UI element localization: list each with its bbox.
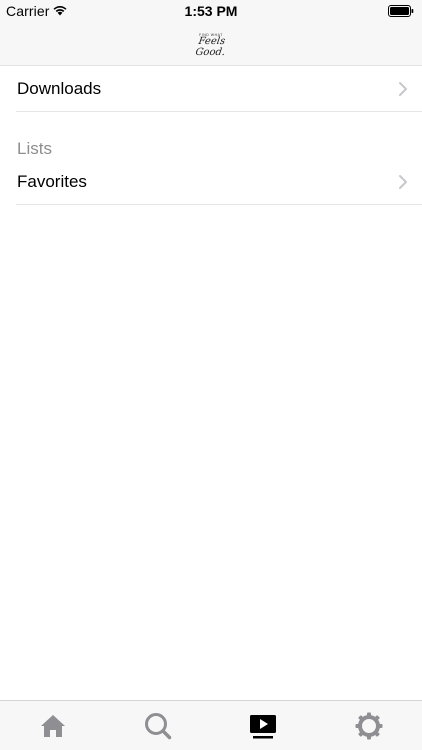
gear-icon: [355, 712, 383, 740]
status-bar: Carrier 1:53 PM: [0, 0, 422, 22]
tab-home[interactable]: [37, 710, 69, 742]
home-icon: [41, 715, 65, 737]
tab-bar: [0, 700, 422, 750]
chevron-right-icon: [399, 175, 407, 189]
top-bar: Carrier 1:53 PM Find what Feels Good.: [0, 0, 422, 66]
favorites-row[interactable]: Favorites: [16, 159, 422, 205]
logo-text: Feels Good.: [194, 36, 226, 58]
battery-icon: [388, 5, 414, 17]
app-logo: Find what Feels Good.: [186, 33, 236, 58]
chevron-right-icon: [399, 82, 407, 96]
section-header-lists: Lists: [17, 139, 52, 158]
downloads-label: Downloads: [17, 79, 102, 98]
tab-settings[interactable]: [353, 710, 385, 742]
status-time: 1:53 PM: [184, 3, 238, 19]
tab-search[interactable]: [142, 710, 174, 742]
favorites-label: Favorites: [17, 172, 87, 191]
tab-videos[interactable]: [247, 710, 279, 742]
search-icon: [145, 713, 172, 740]
play-video-icon: [250, 715, 276, 739]
downloads-row[interactable]: Downloads: [16, 66, 422, 112]
